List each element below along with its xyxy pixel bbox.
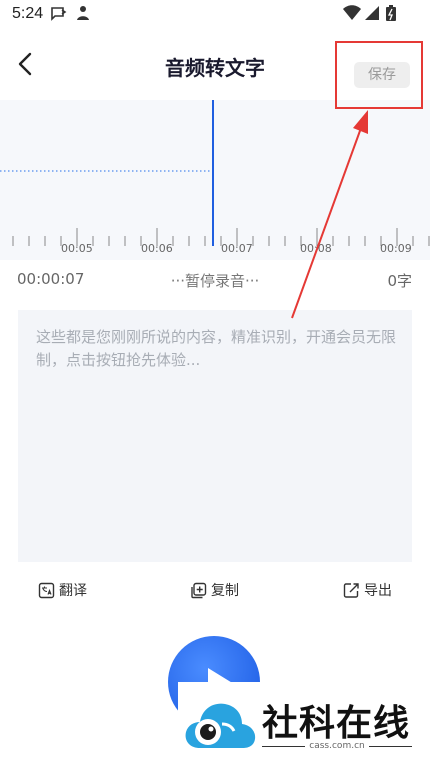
message-icon — [51, 7, 67, 21]
tick-label: 00:09 — [380, 242, 412, 255]
battery-icon — [386, 5, 396, 21]
waveform-graphic — [0, 100, 430, 246]
wifi-icon — [343, 5, 361, 20]
annotation-highlight-box — [335, 41, 423, 109]
recording-state: ···暂停录音··· — [170, 272, 260, 290]
waveform-panel: 00:05 00:06 00:07 00:08 00:09 — [0, 100, 430, 260]
cloud-logo-icon — [185, 703, 256, 748]
copy-button[interactable]: 复制 — [190, 580, 239, 600]
action-bar: 翻译 复制 导出 — [0, 580, 430, 606]
bluetooth-person-icon — [77, 6, 89, 20]
signal-icon — [365, 6, 379, 20]
transcript-placeholder: 这些都是您刚刚所说的内容，精准识别，开通会员无限制，点击按钮抢先体验... — [36, 328, 397, 369]
tick-label: 00:07 — [221, 242, 253, 255]
character-count: 0字 — [387, 272, 412, 290]
watermark-domain-row: cass.com.cn — [262, 741, 412, 751]
tick-label: 00:08 — [300, 242, 332, 255]
watermark-domain: cass.com.cn — [309, 741, 365, 751]
export-button[interactable]: 导出 — [343, 580, 392, 600]
recording-status-bar: 00:00:07 ···暂停录音··· 0字 — [0, 268, 430, 292]
copy-icon — [191, 582, 207, 598]
tick-label: 00:06 — [141, 242, 173, 255]
export-icon — [343, 582, 359, 598]
tick-label: 00:05 — [61, 242, 93, 255]
copy-label: 复制 — [211, 583, 239, 599]
transcript-area[interactable]: 这些都是您刚刚所说的内容，精准识别，开通会员无限制，点击按钮抢先体验... — [18, 310, 412, 562]
export-label: 导出 — [364, 583, 392, 599]
translate-icon — [38, 582, 55, 598]
translate-label: 翻译 — [59, 583, 87, 599]
status-bar: 5:24 — [0, 0, 430, 32]
status-time: 5:24 — [12, 5, 44, 22]
translate-button[interactable]: 翻译 — [38, 580, 87, 600]
watermark-name: 社科在线 — [262, 703, 411, 744]
